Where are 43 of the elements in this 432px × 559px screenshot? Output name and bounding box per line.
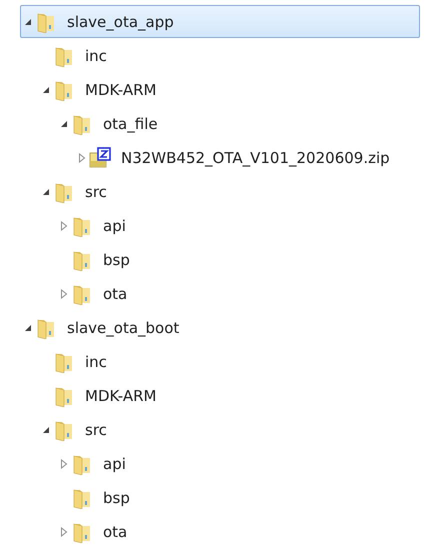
expanded-arrow-icon[interactable] <box>42 188 50 196</box>
tree-item[interactable]: MDK-ARM <box>20 73 420 106</box>
tree-item[interactable]: slave_ota_boot <box>20 311 420 344</box>
folder-icon <box>53 350 75 372</box>
expanded-arrow-icon[interactable] <box>42 86 50 94</box>
tree-item[interactable]: MDK-ARM <box>20 379 420 412</box>
tree-item[interactable]: bsp <box>20 243 420 276</box>
collapsed-arrow-icon[interactable] <box>60 526 68 536</box>
folder-icon <box>35 316 57 338</box>
expanded-arrow-icon[interactable] <box>24 324 32 332</box>
tree-item[interactable]: N32WB452_OTA_V101_2020609.zip <box>20 141 420 174</box>
collapsed-arrow-icon[interactable] <box>60 288 68 298</box>
expanded-arrow-icon[interactable] <box>24 18 32 26</box>
tree-item[interactable]: src <box>20 175 420 208</box>
folder-icon <box>53 384 75 406</box>
tree-item[interactable]: api <box>20 209 420 242</box>
tree-item[interactable]: bsp <box>20 481 420 514</box>
tree-item[interactable]: ota <box>20 515 420 548</box>
folder-icon <box>71 452 93 474</box>
tree-item[interactable]: inc <box>20 39 420 72</box>
collapsed-arrow-icon[interactable] <box>60 458 68 468</box>
folder-icon <box>71 520 93 542</box>
zip-file-icon <box>89 146 113 168</box>
tree-item[interactable]: ota <box>20 277 420 310</box>
folder-icon <box>71 214 93 236</box>
folder-icon <box>71 248 93 270</box>
expanded-arrow-icon[interactable] <box>60 120 68 128</box>
folder-icon <box>53 180 75 202</box>
folder-icon <box>53 78 75 100</box>
folder-icon <box>35 10 57 32</box>
tree-item[interactable]: src <box>20 413 420 446</box>
tree-item[interactable]: api <box>20 447 420 480</box>
folder-icon <box>71 112 93 134</box>
collapsed-arrow-icon[interactable] <box>78 152 86 162</box>
collapsed-arrow-icon[interactable] <box>60 220 68 230</box>
tree-item[interactable]: ota_file <box>20 107 420 140</box>
folder-icon <box>53 418 75 440</box>
tree-item[interactable]: slave_ota_app <box>20 5 420 38</box>
expanded-arrow-icon[interactable] <box>42 426 50 434</box>
folder-icon <box>71 486 93 508</box>
folder-icon <box>71 282 93 304</box>
folder-icon <box>53 44 75 66</box>
tree-item[interactable]: inc <box>20 345 420 378</box>
